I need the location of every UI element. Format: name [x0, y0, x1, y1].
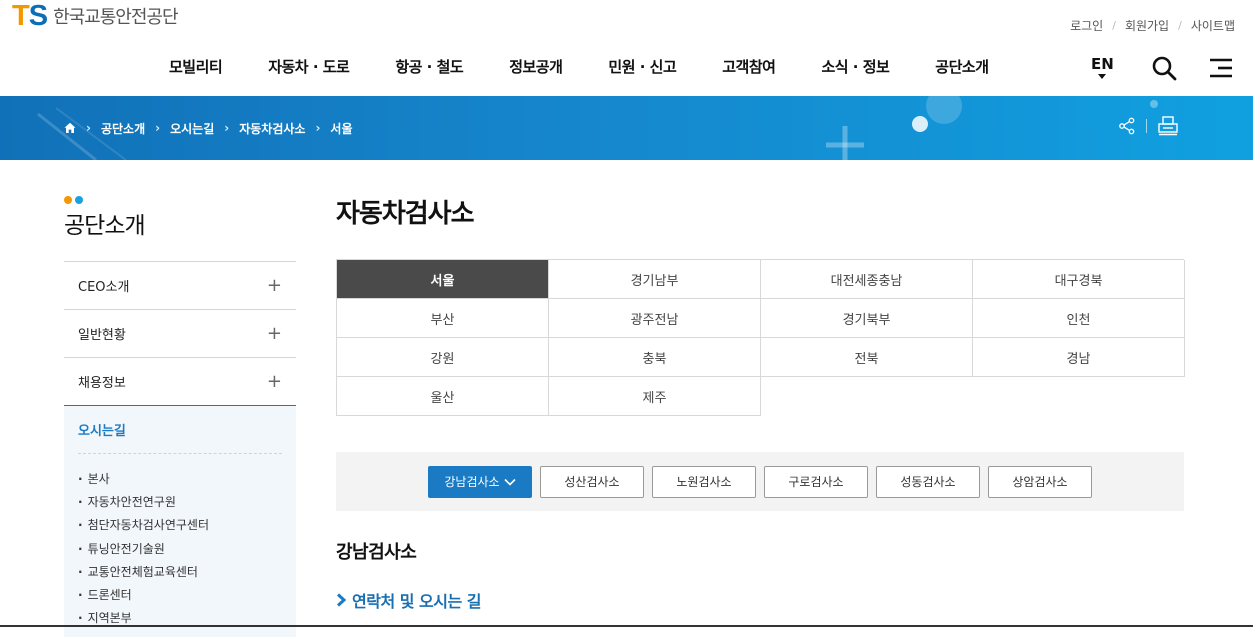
sidebar-item-ceo[interactable]: CEO소개 + — [64, 262, 296, 310]
page-tools — [1118, 116, 1179, 136]
breadcrumb-inspection[interactable]: 자동차검사소 — [239, 120, 305, 137]
site-logo[interactable]: TS 한국교통안전공단 — [12, 0, 179, 32]
office-tab-gangnam[interactable]: 강남검사소 — [428, 465, 532, 498]
submenu-item[interactable]: 본사 — [78, 468, 282, 491]
plus-icon: + — [266, 323, 282, 344]
sidebar-item-recruit[interactable]: 채용정보 + — [64, 358, 296, 406]
search-icon[interactable] — [1151, 55, 1177, 81]
region-tab[interactable]: 광주전남 — [549, 299, 761, 338]
sidebar-submenu: 본사 자동차안전연구원 첨단자동차검사연구센터 튜닝안전기술원 교통안전체험교육… — [78, 468, 282, 630]
office-tab-guro[interactable]: 구로검사소 — [764, 465, 868, 498]
site-header: TS 한국교통안전공단 로그인 / 회원가입 / 사이트맵 모빌리티 자동차 ·… — [0, 0, 1253, 96]
submenu-item[interactable]: 튜닝안전기술원 — [78, 538, 282, 561]
region-tab[interactable]: 대구경북 — [973, 260, 1185, 299]
nav-item-about[interactable]: 공단소개 — [912, 56, 1011, 80]
nav-item-mobility[interactable]: 모빌리티 — [146, 56, 245, 80]
nav-item-participation[interactable]: 고객참여 — [699, 56, 798, 80]
sidebar-item-label: 채용정보 — [78, 376, 126, 391]
sidebar-item-label: 일반현황 — [78, 328, 126, 343]
region-tab[interactable]: 부산 — [337, 299, 549, 338]
breadcrumb-about[interactable]: 공단소개 — [101, 120, 145, 137]
region-tab[interactable]: 울산 — [337, 377, 549, 416]
language-label: EN — [1091, 55, 1114, 73]
sidebar: 공단소개 CEO소개 + 일반현황 + 채용정보 + 오시는길 본사 자동차안전… — [64, 196, 296, 637]
sidebar-item-directions: 오시는길 본사 자동차안전연구원 첨단자동차검사연구센터 튜닝안전기술원 교통안… — [64, 405, 296, 637]
section-title: 연락처 및 오시는 길 — [336, 588, 481, 612]
caret-down-icon — [1098, 74, 1107, 79]
region-tab[interactable]: 대전세종충남 — [761, 260, 973, 299]
chevron-right-icon: › — [224, 121, 230, 135]
office-tab-seongdong[interactable]: 성동검사소 — [876, 465, 980, 498]
signup-link[interactable]: 회원가입 — [1125, 17, 1169, 34]
page-title: 자동차검사소 — [336, 199, 475, 229]
divider: / — [1112, 19, 1116, 32]
submenu-item[interactable]: 자동차안전연구원 — [78, 491, 282, 514]
nav-item-disclosure[interactable]: 정보공개 — [486, 56, 585, 80]
submenu-item[interactable]: 교통안전체험교육센터 — [78, 561, 282, 584]
home-icon[interactable] — [64, 122, 76, 134]
login-link[interactable]: 로그인 — [1070, 17, 1103, 34]
chevron-right-icon: › — [315, 121, 321, 135]
section-title-label: 연락처 및 오시는 길 — [352, 592, 481, 611]
sidebar-item-overview[interactable]: 일반현황 + — [64, 310, 296, 358]
share-icon[interactable] — [1118, 117, 1136, 135]
office-tab-seongsan[interactable]: 성산검사소 — [540, 465, 644, 498]
breadcrumb-banner: › 공단소개 › 오시는길 › 자동차검사소 › 서울 — [0, 96, 1253, 160]
breadcrumb-current[interactable]: 서울 — [330, 120, 352, 137]
breadcrumb: › 공단소개 › 오시는길 › 자동차검사소 › 서울 — [64, 96, 353, 160]
office-tab-label: 강남검사소 — [444, 475, 500, 489]
print-icon[interactable] — [1157, 116, 1179, 136]
office-tab-nowon[interactable]: 노원검사소 — [652, 465, 756, 498]
utility-links: 로그인 / 회원가입 / 사이트맵 — [1070, 17, 1235, 34]
region-tab[interactable]: 경기북부 — [761, 299, 973, 338]
sidebar-item-label: CEO소개 — [78, 280, 130, 295]
chevron-right-icon — [336, 593, 347, 607]
breadcrumb-directions[interactable]: 오시는길 — [170, 120, 214, 137]
decorative-circle — [1150, 100, 1158, 108]
region-tab[interactable]: 인천 — [973, 299, 1185, 338]
chevron-right-icon: › — [155, 121, 161, 135]
region-tab[interactable]: 전북 — [761, 338, 973, 377]
submenu-item[interactable]: 드론센터 — [78, 584, 282, 607]
nav-item-aviation-rail[interactable]: 항공 · 철도 — [372, 56, 486, 80]
region-tab[interactable]: 충북 — [549, 338, 761, 377]
hamburger-menu-icon[interactable] — [1208, 57, 1234, 79]
decorative-circle — [912, 116, 928, 132]
region-tab[interactable]: 경기남부 — [549, 260, 761, 299]
sidebar-menu: CEO소개 + 일반현황 + 채용정보 + 오시는길 본사 자동차안전연구원 첨… — [64, 261, 296, 637]
logo-name: 한국교통안전공단 — [53, 7, 178, 28]
region-tabs: 서울 경기남부 대전세종충남 대구경북 부산 광주전남 경기북부 인천 강원 충… — [336, 259, 1185, 416]
language-toggle[interactable]: EN — [1091, 55, 1114, 79]
region-tab-seoul[interactable]: 서울 — [337, 260, 549, 299]
sidebar-active-label[interactable]: 오시는길 — [78, 420, 282, 454]
sidebar-dots-decoration — [64, 196, 296, 204]
decorative-plus-icon — [826, 126, 864, 160]
office-tab-sangam[interactable]: 상암검사소 — [988, 465, 1092, 498]
main-nav: 모빌리티 자동차 · 도로 항공 · 철도 정보공개 민원 · 신고 고객참여 … — [146, 56, 1012, 80]
chevron-down-icon — [504, 478, 516, 486]
divider — [1146, 119, 1147, 133]
main-content: 자동차검사소 서울 경기남부 대전세종충남 대구경북 부산 광주전남 경기북부 … — [336, 196, 1185, 611]
office-title: 강남검사소 — [336, 542, 417, 563]
sidebar-title: 공단소개 — [64, 213, 146, 239]
chevron-right-icon: › — [86, 121, 91, 135]
plus-icon: + — [266, 275, 282, 296]
sitemap-link[interactable]: 사이트맵 — [1191, 17, 1235, 34]
nav-item-vehicle-road[interactable]: 자동차 · 도로 — [245, 56, 372, 80]
nav-item-civil-report[interactable]: 민원 · 신고 — [585, 56, 699, 80]
logo-mark: TS — [12, 0, 48, 32]
region-tab[interactable]: 경남 — [973, 338, 1185, 377]
office-tabs: 강남검사소 성산검사소 노원검사소 구로검사소 성동검사소 상암검사소 — [336, 452, 1184, 511]
submenu-item[interactable]: 첨단자동차검사연구센터 — [78, 514, 282, 537]
empty-cell — [761, 377, 973, 416]
plus-icon: + — [266, 371, 282, 392]
empty-cell — [973, 377, 1185, 416]
region-tab[interactable]: 제주 — [549, 377, 761, 416]
decorative-circle — [926, 96, 962, 124]
nav-item-news[interactable]: 소식 · 정보 — [798, 56, 912, 80]
divider: / — [1178, 19, 1182, 32]
region-tab[interactable]: 강원 — [337, 338, 549, 377]
